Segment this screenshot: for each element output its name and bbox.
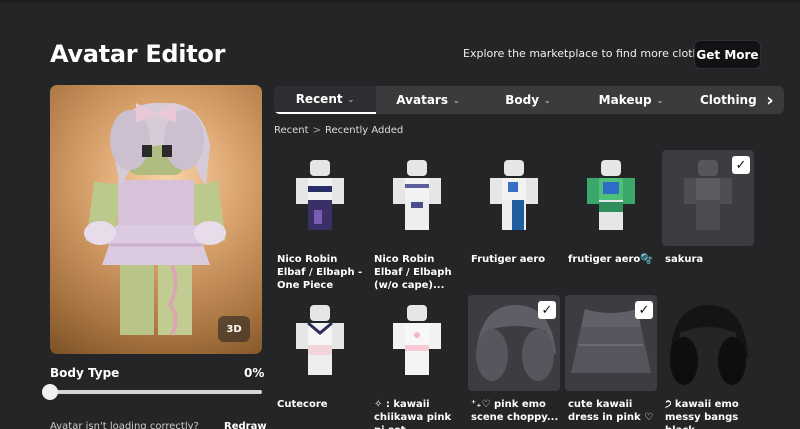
breadcrumb-root[interactable]: Recent [274,125,309,136]
loading-help-text: Avatar isn't loading correctly? [50,421,199,429]
body-type-value: 0% [244,366,265,380]
breadcrumb-separator: > [312,125,321,136]
tab-makeup[interactable]: Makeup ⌄ [576,86,686,114]
item-name: ✧ : kawaii chiikawa pink pj set [374,399,452,429]
body-type-label: Body Type [50,366,120,380]
avatar-figure [84,102,227,336]
get-more-button[interactable]: Get More [694,40,761,69]
item-name: Nico Robin Elbaf / Elbaph - One Piece [277,254,363,291]
item-thumbnail [371,295,463,391]
item-name: Cutecore [277,399,328,410]
outfit-navy-icon [296,160,344,230]
item-thumbnail: ✓ [662,150,754,246]
body-type-slider-track[interactable] [50,390,262,394]
outfit-green-icon [587,160,635,230]
item-card[interactable]: ੭ kawaii emo messy bangs black [662,295,754,429]
item-thumbnail: ✓ [565,295,657,391]
tab-label: Body [505,93,540,107]
chevron-down-icon: ⌄ [544,95,551,105]
breadcrumb: Recent > Recently Added [274,125,403,136]
item-thumbnail [662,295,754,391]
chevron-right-icon[interactable]: › [756,86,784,114]
item-name: ੭ kawaii emo messy bangs black [665,399,739,429]
category-tabs: Recent ⌄ Avatars ⌄ Body ⌄ Makeup ⌄ Cloth… [274,86,784,114]
item-name: Frutiger aero [471,254,546,265]
item-name: cute kawaii dress in pink ♡ [568,399,654,423]
top-border [0,0,800,3]
tab-label: Recent [295,92,343,106]
hair-black-icon [670,305,748,385]
chevron-down-icon: ⌄ [347,94,355,104]
item-card[interactable]: ✓ cute kawaii dress in pink ♡ [565,295,657,424]
tab-label: Makeup [598,93,652,107]
item-thumbnail: ✓ [468,295,560,391]
tab-avatars[interactable]: Avatars ⌄ [376,86,480,114]
item-name: sakura [665,254,704,265]
item-card[interactable]: Nico Robin Elbaf / Elbaph (w/o cape)... [371,150,463,292]
outfit-sailor-icon [296,305,344,375]
item-thumbnail [274,295,366,391]
body-type-slider-thumb[interactable] [42,384,58,400]
breadcrumb-current: Recently Added [324,125,404,136]
explore-text: Explore the marketplace to find more clo… [463,47,717,60]
view-3d-toggle[interactable]: 3D [218,316,250,342]
item-card[interactable]: frutiger aero🫧 [565,150,657,266]
item-card[interactable]: ✧ : kawaii chiikawa pink pj set [371,295,463,429]
outfit-aero-icon [490,160,538,230]
item-card[interactable]: Cutecore [274,295,366,411]
item-card[interactable]: ✓ ⁺₊♡ pink emo scene choppy... [468,295,560,424]
checkmark-icon: ✓ [732,156,750,174]
checkmark-icon: ✓ [635,301,653,319]
tab-body[interactable]: Body ⌄ [480,86,576,114]
tab-recent[interactable]: Recent ⌄ [274,86,376,114]
item-name: frutiger aero🫧 [568,254,653,265]
item-card[interactable]: Frutiger aero [468,150,560,266]
item-thumbnail [371,150,463,246]
item-card[interactable]: ✓ sakura [662,150,754,266]
page-title: Avatar Editor [50,40,226,68]
outfit-pj-icon [393,305,441,375]
item-name: Nico Robin Elbaf / Elbaph (w/o cape)... [374,254,452,291]
item-name: ⁺₊♡ pink emo scene choppy... [471,399,559,423]
chevron-down-icon: ⌄ [656,95,664,105]
outfit-light-icon [393,160,441,230]
tab-label: Avatars [396,93,448,107]
redraw-link[interactable]: Redraw [224,421,267,429]
checkmark-icon: ✓ [538,301,556,319]
item-thumbnail [468,150,560,246]
item-thumbnail [274,150,366,246]
tab-label: Clothing [700,93,757,107]
chevron-down-icon: ⌄ [452,95,460,105]
avatar-preview[interactable]: 3D [50,85,262,354]
item-card[interactable]: Nico Robin Elbaf / Elbaph - One Piece [274,150,366,292]
item-thumbnail [565,150,657,246]
